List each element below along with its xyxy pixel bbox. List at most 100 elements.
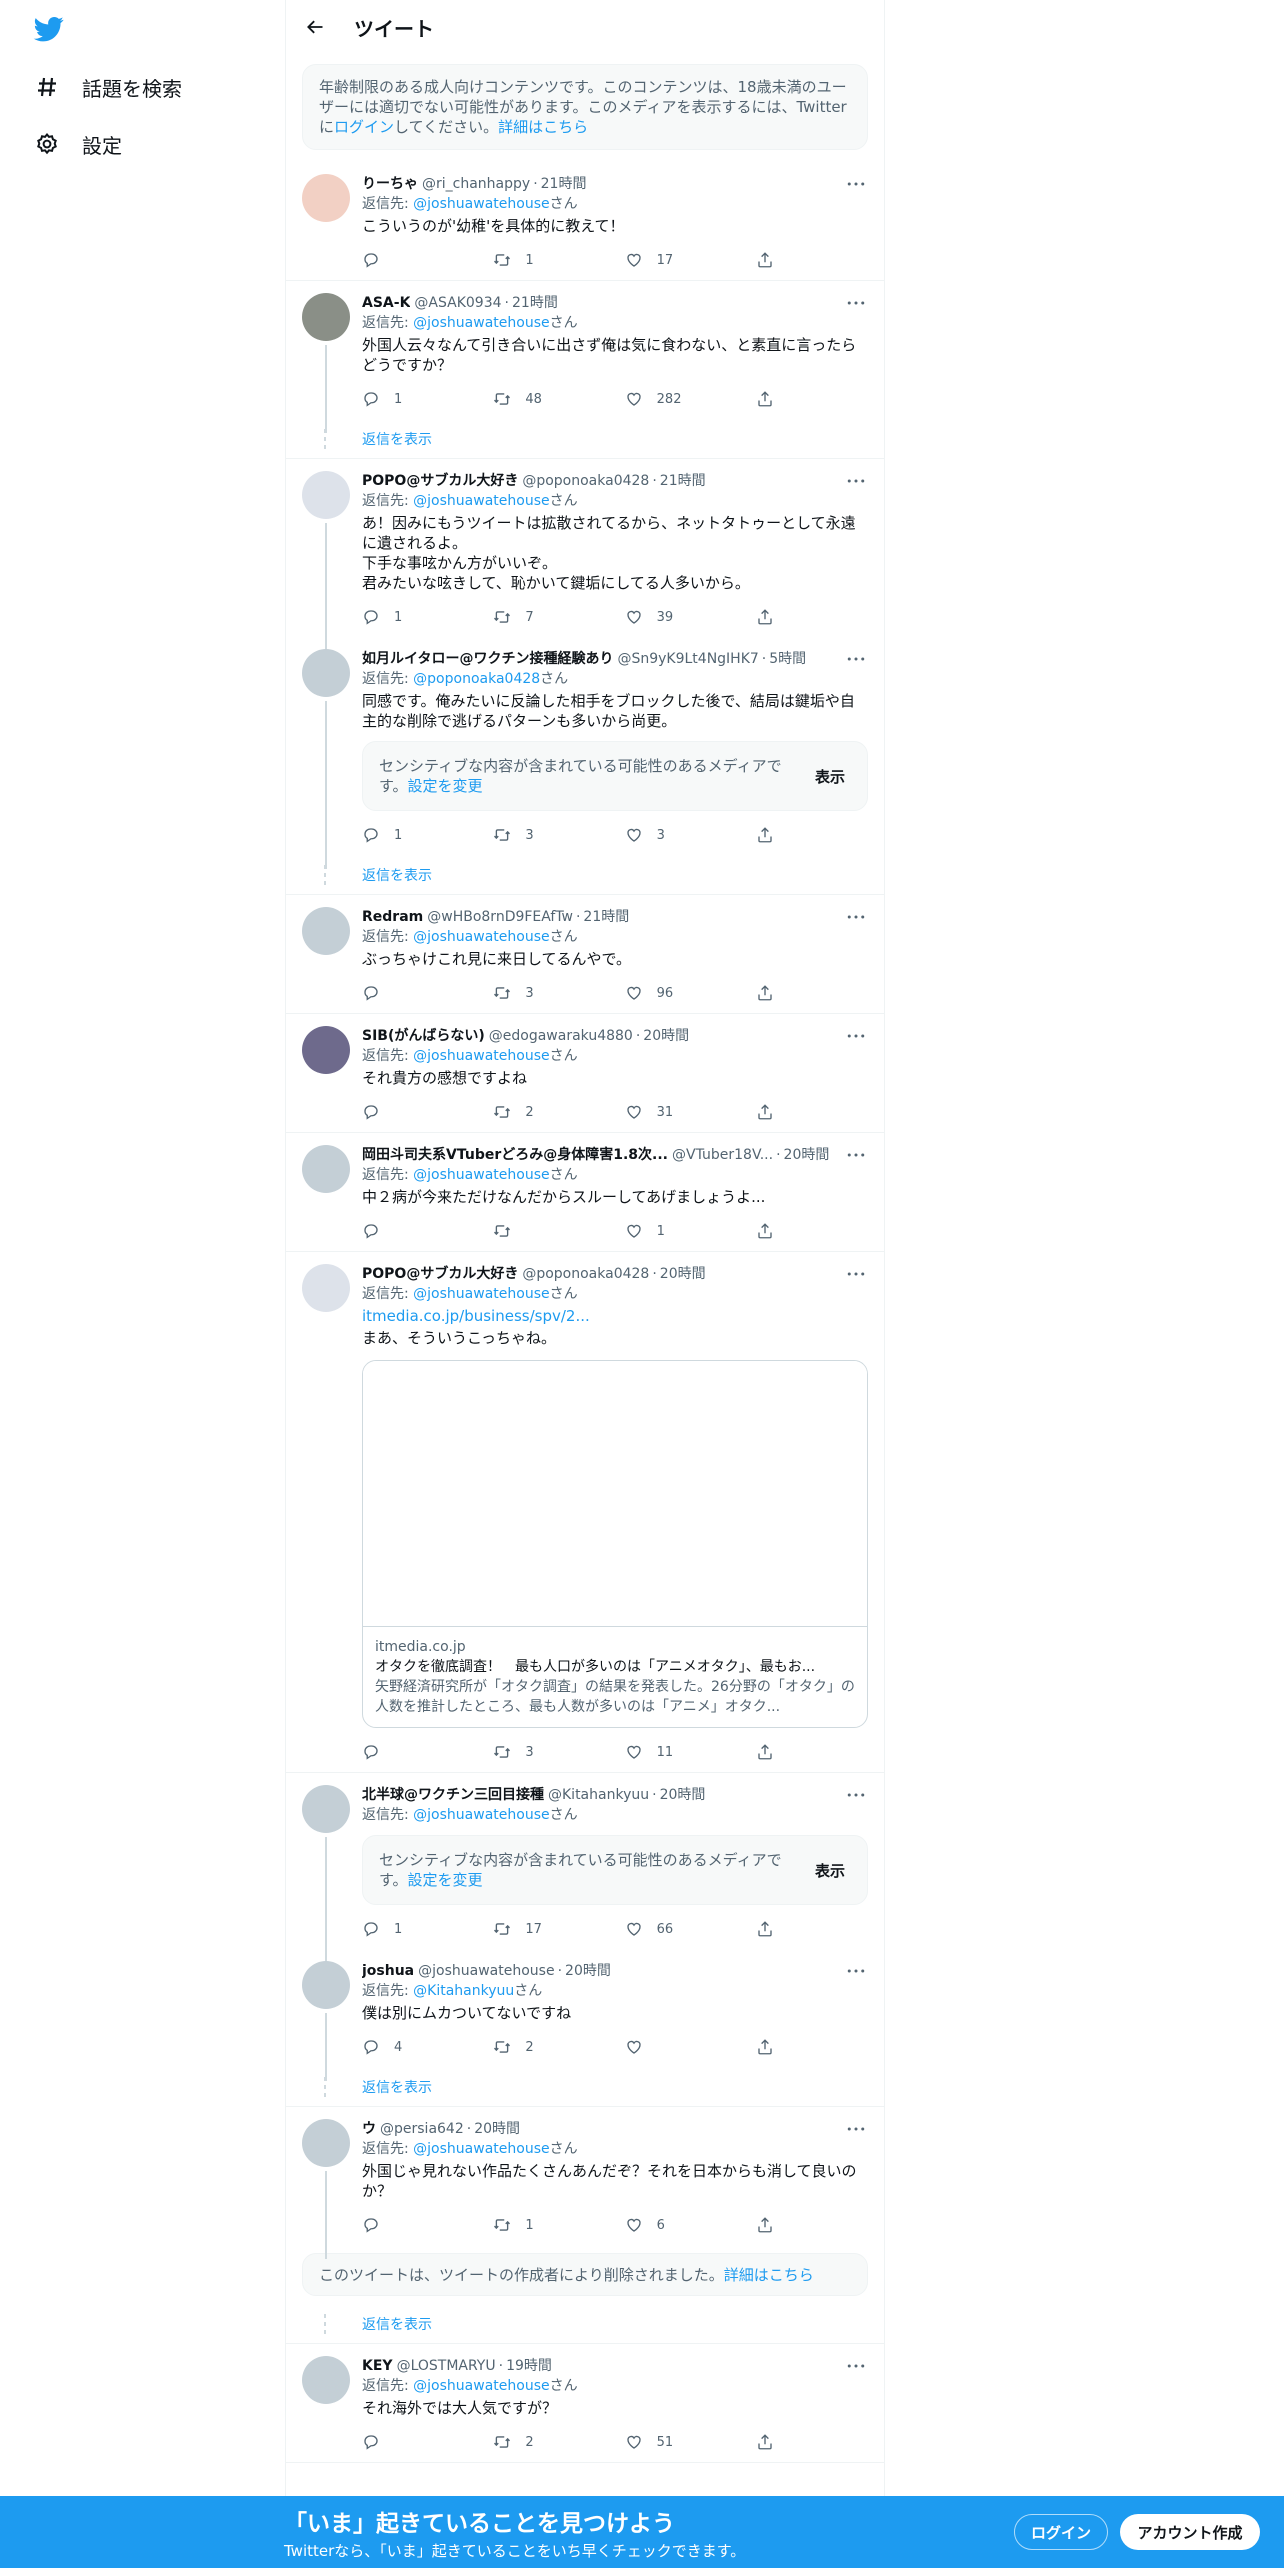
- timestamp[interactable]: 20時間: [660, 1264, 706, 1284]
- more-options-icon[interactable]: [844, 649, 868, 669]
- like-button[interactable]: 1: [625, 1222, 685, 1240]
- link-card[interactable]: itmedia.co.jp オタクを徹底調査！ 最も人口が多いのは「アニメオタク」…: [362, 1360, 868, 1728]
- reply-to-handle[interactable]: @joshuawatehouse: [413, 1167, 549, 1183]
- retweet-button[interactable]: 3: [493, 1743, 553, 1761]
- user-handle[interactable]: @VTuber18V...: [672, 1145, 773, 1165]
- user-handle[interactable]: @edogawaraku4880: [489, 1026, 633, 1046]
- tweet[interactable]: りーちゃ @ri_chanhappy · 21時間 返信先: @joshuawateho…: [286, 162, 884, 281]
- display-name[interactable]: joshua: [362, 1961, 414, 1981]
- reply-button[interactable]: 1: [362, 390, 422, 408]
- reply-button[interactable]: [362, 2433, 422, 2451]
- avatar[interactable]: [302, 2119, 350, 2167]
- user-handle[interactable]: @Kitahankyuu: [548, 1785, 649, 1805]
- user-handle[interactable]: @ASAK0934: [414, 293, 501, 313]
- display-name[interactable]: 岡田斗司夫系VTuberどろみ@身体障害1.8次...: [362, 1145, 668, 1165]
- retweet-button[interactable]: 3: [493, 984, 553, 1002]
- like-button[interactable]: 11: [625, 1743, 685, 1761]
- timestamp[interactable]: 21時間: [541, 174, 587, 194]
- timestamp[interactable]: 5時間: [769, 649, 806, 669]
- like-button[interactable]: [625, 2038, 685, 2056]
- user-handle[interactable]: @ri_chanhappy: [422, 174, 530, 194]
- more-options-icon[interactable]: [844, 471, 868, 491]
- like-button[interactable]: 3: [625, 826, 685, 844]
- like-button[interactable]: 6: [625, 2216, 685, 2234]
- display-name[interactable]: Redram: [362, 907, 423, 927]
- sidebar-item-settings[interactable]: 設定: [34, 122, 122, 166]
- timestamp[interactable]: 20時間: [643, 1026, 689, 1046]
- display-name[interactable]: ASA-K: [362, 293, 410, 313]
- tweet[interactable]: POPO@サブカル大好き @poponoaka0428 · 20時間 返信先: @jos…: [286, 1252, 884, 1773]
- show-replies-link[interactable]: 返信を表示: [286, 855, 884, 895]
- display-name[interactable]: 如月ルイタロー@ワクチン接種経験あり: [362, 649, 613, 669]
- tweet[interactable]: 如月ルイタロー@ワクチン接種経験あり @Sn9yK9Lt4NgIHK7 · 5時間 返信…: [286, 637, 884, 869]
- tweet[interactable]: 北半球@ワクチン三回目接種 @Kitahankyuu · 20時間 返信先: @josh…: [286, 1773, 884, 1963]
- reply-to-handle[interactable]: @joshuawatehouse: [413, 1807, 549, 1823]
- share-button[interactable]: [756, 984, 788, 1002]
- share-button[interactable]: [756, 2216, 788, 2234]
- avatar[interactable]: [302, 174, 350, 222]
- like-button[interactable]: 66: [625, 1920, 685, 1938]
- change-settings-link[interactable]: 設定を変更: [408, 1871, 483, 1889]
- tweet[interactable]: Redram @wHBo8rnD9FEAfTw · 21時間 返信先: @joshuaw…: [286, 895, 884, 1014]
- display-name[interactable]: POPO@サブカル大好き: [362, 1264, 518, 1284]
- display-name[interactable]: SIB(がんばらない): [362, 1026, 485, 1046]
- user-handle[interactable]: @poponoaka0428: [522, 471, 649, 491]
- reply-button[interactable]: [362, 1222, 422, 1240]
- share-button[interactable]: [756, 1222, 788, 1240]
- like-button[interactable]: 39: [625, 608, 685, 626]
- avatar[interactable]: [302, 1961, 350, 2009]
- more-options-icon[interactable]: [844, 174, 868, 194]
- display-name[interactable]: KEY: [362, 2356, 393, 2376]
- sidebar-item-explore[interactable]: 話題を検索: [34, 65, 182, 109]
- more-options-icon[interactable]: [844, 1785, 868, 1805]
- reply-to-handle[interactable]: @joshuawatehouse: [413, 1048, 549, 1064]
- reply-button[interactable]: 1: [362, 826, 422, 844]
- timestamp[interactable]: 20時間: [660, 1785, 706, 1805]
- show-replies-link[interactable]: 返信を表示: [286, 419, 884, 459]
- reply-button[interactable]: [362, 1103, 422, 1121]
- show-replies-link[interactable]: 返信を表示: [286, 2304, 884, 2344]
- tweet[interactable]: SIB(がんばらない) @edogawaraku4880 · 20時間 返信先: @jo…: [286, 1014, 884, 1133]
- tweet[interactable]: KEY @LOSTMARYU · 19時間 返信先: @joshuawatehouseさ…: [286, 2344, 884, 2463]
- display-name[interactable]: POPO@サブカル大好き: [362, 471, 518, 491]
- avatar[interactable]: [302, 293, 350, 341]
- reply-to-handle[interactable]: @joshuawatehouse: [413, 315, 549, 331]
- display-name[interactable]: りーちゃ: [362, 174, 418, 194]
- show-media-button[interactable]: 表示: [815, 1860, 845, 1881]
- avatar[interactable]: [302, 649, 350, 697]
- more-options-icon[interactable]: [844, 1026, 868, 1046]
- user-handle[interactable]: @joshuawatehouse: [418, 1961, 554, 1981]
- reply-to-handle[interactable]: @Kitahankyuu: [413, 1983, 514, 1999]
- reply-button[interactable]: [362, 251, 422, 269]
- tweet[interactable]: ASA-K @ASAK0934 · 21時間 返信先: @joshuawatehouse…: [286, 281, 884, 433]
- timestamp[interactable]: 20時間: [474, 2119, 520, 2139]
- deleted-details-link[interactable]: 詳細はこちら: [724, 2266, 814, 2284]
- tweet[interactable]: POPO@サブカル大好き @poponoaka0428 · 21時間 返信先: @jos…: [286, 459, 884, 651]
- user-handle[interactable]: @persia642: [380, 2119, 464, 2139]
- reply-to-handle[interactable]: @joshuawatehouse: [413, 2141, 549, 2157]
- like-button[interactable]: 31: [625, 1103, 685, 1121]
- more-options-icon[interactable]: [844, 293, 868, 313]
- change-settings-link[interactable]: 設定を変更: [408, 777, 483, 795]
- avatar[interactable]: [302, 1264, 350, 1312]
- tweet-link[interactable]: itmedia.co.jp/business/spv/2...: [362, 1306, 868, 1326]
- details-link[interactable]: 詳細はこちら: [498, 118, 588, 136]
- retweet-button[interactable]: 3: [493, 826, 553, 844]
- tweet[interactable]: ウ @persia642 · 20時間 返信先: @joshuawatehouseさん外…: [286, 2107, 884, 2259]
- reply-to-handle[interactable]: @joshuawatehouse: [413, 1286, 549, 1302]
- user-handle[interactable]: @poponoaka0428: [522, 1264, 649, 1284]
- share-button[interactable]: [756, 1920, 788, 1938]
- show-replies-link[interactable]: 返信を表示: [286, 2067, 884, 2107]
- display-name[interactable]: ウ: [362, 2119, 376, 2139]
- avatar[interactable]: [302, 2356, 350, 2404]
- reply-to-handle[interactable]: @joshuawatehouse: [413, 2378, 549, 2394]
- reply-button[interactable]: [362, 1743, 422, 1761]
- retweet-button[interactable]: [493, 1222, 553, 1240]
- login-link[interactable]: ログイン: [334, 118, 394, 136]
- share-button[interactable]: [756, 826, 788, 844]
- back-arrow-icon[interactable]: [302, 14, 328, 40]
- reply-button[interactable]: 4: [362, 2038, 422, 2056]
- retweet-button[interactable]: 17: [493, 1920, 553, 1938]
- reply-button[interactable]: [362, 2216, 422, 2234]
- timestamp[interactable]: 20時間: [565, 1961, 611, 1981]
